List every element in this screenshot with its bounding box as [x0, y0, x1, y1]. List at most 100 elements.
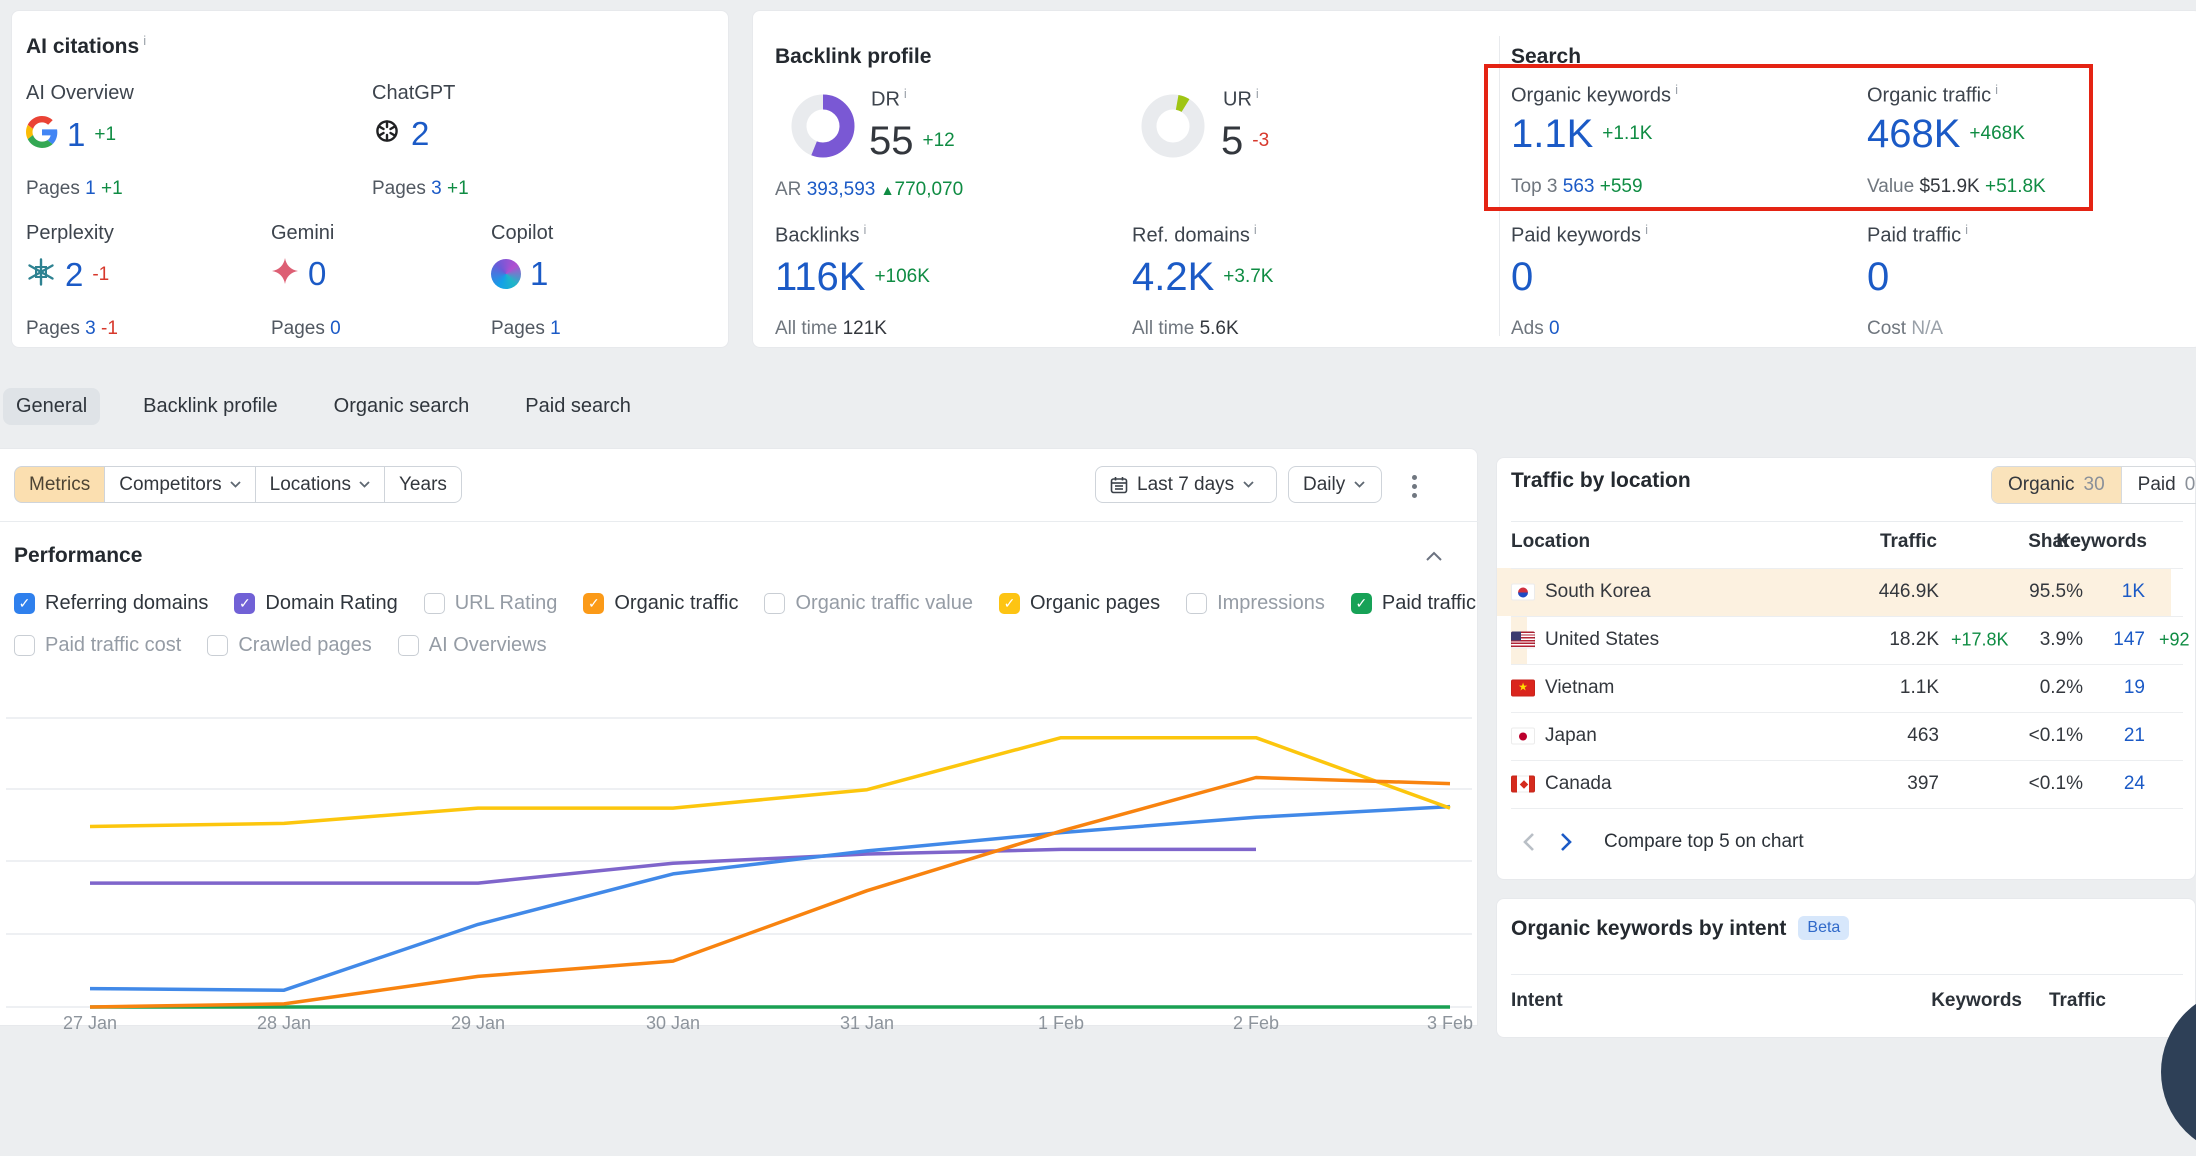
tab-backlink-profile[interactable]: Backlink profile — [130, 388, 291, 425]
red-highlight-box — [1484, 64, 2093, 211]
toggle-paid[interactable]: Paid 0 — [2121, 467, 2196, 503]
chevron-down-icon — [1354, 481, 1365, 488]
column-header-location[interactable]: Location — [1511, 531, 1590, 553]
filter-button-group: Metrics Competitors Locations Years — [14, 466, 462, 503]
location-row-vietnam[interactable]: Vietnam 1.1K 0.2% 19 — [1497, 664, 2196, 712]
location-row-united-states[interactable]: United States 18.2K +17.8K 3.9% 147 +92 — [1497, 616, 2196, 664]
location-row-south-korea[interactable]: South Korea 446.9K 95.5% 1K — [1497, 568, 2196, 616]
copilot-value[interactable]: 1 — [530, 257, 548, 290]
info-icon[interactable]: i — [904, 86, 907, 101]
keywords-by-intent-title: Organic keywords by intent — [1511, 917, 1786, 940]
paid-keywords-value-row: 0 — [1511, 257, 1533, 297]
divider — [1511, 974, 2183, 975]
perplexity-value-row: 2 -1 — [26, 257, 109, 292]
backlinks-value[interactable]: 116K — [775, 257, 865, 297]
perplexity-delta: -1 — [92, 264, 109, 286]
checkbox-referring-domains[interactable]: ✓Referring domains — [14, 592, 208, 615]
years-filter-button[interactable]: Years — [385, 466, 462, 503]
x-tick-label: 28 Jan — [244, 1013, 324, 1034]
perplexity-pages: Pages 3 -1 — [26, 318, 118, 340]
performance-title: Performance — [14, 544, 142, 568]
x-tick-label: 29 Jan — [438, 1013, 518, 1034]
ai-overview-label: AI Overview — [26, 82, 134, 105]
collapse-chevron-up-icon[interactable] — [1424, 549, 1444, 563]
ai-citations-panel: AI citationsi AI Overview 1 +1 Pages 1 +… — [11, 10, 729, 348]
info-icon[interactable]: i — [1256, 86, 1259, 101]
chatgpt-value-row: 2 — [372, 116, 429, 151]
gemini-value[interactable]: 0 — [308, 257, 326, 290]
checkbox-paid-traffic[interactable]: ✓Paid traffic — [1351, 592, 1476, 615]
granularity-button[interactable]: Daily — [1288, 466, 1382, 503]
divider — [1511, 521, 2183, 522]
info-icon[interactable]: i — [1965, 222, 1968, 237]
x-tick-label: 2 Feb — [1216, 1013, 1296, 1034]
tab-paid-search[interactable]: Paid search — [512, 388, 644, 425]
dr-donut — [791, 94, 855, 158]
ref-domains-delta: +3.7K — [1223, 266, 1273, 288]
united-states-flag-icon — [1511, 632, 1535, 649]
ur-value-row: 5 -3 — [1221, 121, 1269, 161]
column-header-keywords[interactable]: Keywords — [2056, 531, 2147, 553]
date-range-button[interactable]: Last 7 days — [1095, 466, 1277, 503]
checkbox-url-rating[interactable]: URL Rating — [424, 592, 558, 615]
info-icon[interactable]: i — [143, 33, 146, 48]
info-icon[interactable]: i — [863, 222, 866, 237]
paid-keywords-ads: Ads 0 — [1511, 318, 1560, 340]
chatgpt-label: ChatGPT — [372, 82, 455, 105]
compare-top5-link[interactable]: Compare top 5 on chart — [1604, 831, 1804, 853]
info-icon[interactable]: i — [1645, 222, 1648, 237]
locations-filter-button[interactable]: Locations — [256, 466, 385, 503]
chatgpt-value[interactable]: 2 — [411, 117, 429, 150]
metrics-filter-button[interactable]: Metrics — [14, 466, 105, 503]
tab-general[interactable]: General — [3, 388, 100, 425]
perplexity-icon — [26, 257, 56, 292]
paid-traffic-value[interactable]: 0 — [1867, 257, 1889, 297]
copilot-value-row: 1 — [491, 257, 548, 290]
column-header-traffic[interactable]: Traffic — [2049, 990, 2106, 1012]
dr-label: DRi — [871, 86, 907, 112]
performance-line-chart[interactable]: 27 Jan28 Jan29 Jan30 Jan31 Jan1 Feb2 Feb… — [0, 646, 1478, 1046]
column-header-keywords[interactable]: Keywords — [1931, 990, 2022, 1012]
pagination-next-icon[interactable] — [1559, 832, 1573, 852]
gemini-icon — [271, 257, 299, 290]
organic-paid-toggle: Organic 30 Paid 0 — [1991, 466, 2196, 504]
gemini-value-row: 0 — [271, 257, 326, 290]
paid-keywords-label: Paid keywordsi — [1511, 222, 1648, 248]
beta-badge: Beta — [1798, 916, 1849, 940]
toggle-organic[interactable]: Organic 30 — [1992, 467, 2121, 503]
info-icon[interactable]: i — [1254, 222, 1257, 237]
ai-overview-value-row: 1 +1 — [26, 116, 116, 153]
tab-organic-search[interactable]: Organic search — [321, 388, 483, 425]
backlink-profile-title: Backlink profile — [775, 45, 931, 69]
checkbox-organic-traffic[interactable]: ✓Organic traffic — [583, 592, 738, 615]
dr-delta: +12 — [923, 130, 955, 152]
location-row-canada[interactable]: Canada 397 <0.1% 24 — [1497, 760, 2196, 808]
more-options-kebab-icon[interactable] — [1408, 471, 1421, 502]
dr-value: 55 — [869, 121, 914, 161]
overview-main-panel: Metrics Competitors Locations Years Last… — [0, 448, 1478, 1026]
checkbox-organic-pages[interactable]: ✓Organic pages — [999, 592, 1160, 615]
ai-overview-value[interactable]: 1 — [67, 118, 85, 151]
paid-traffic-cost: Cost N/A — [1867, 318, 1943, 340]
column-header-traffic[interactable]: Traffic — [1880, 531, 1937, 553]
ref-domains-value[interactable]: 4.2K — [1132, 257, 1214, 297]
backlinks-delta: +106K — [874, 266, 929, 288]
pagination-prev-icon[interactable] — [1522, 832, 1536, 852]
gemini-label: Gemini — [271, 222, 334, 245]
south-korea-flag-icon — [1511, 584, 1535, 601]
x-tick-label: 27 Jan — [50, 1013, 130, 1034]
ref-domains-value-row: 4.2K +3.7K — [1132, 257, 1273, 297]
column-header-intent[interactable]: Intent — [1511, 990, 1563, 1012]
checkbox-impressions[interactable]: Impressions — [1186, 592, 1325, 615]
traffic-by-location-title: Traffic by location — [1511, 469, 1691, 493]
location-row-japan[interactable]: Japan 463 <0.1% 21 — [1497, 712, 2196, 760]
checkbox-organic-traffic-value[interactable]: Organic traffic value — [764, 592, 973, 615]
chart-canvas — [0, 646, 1478, 1026]
competitors-filter-button[interactable]: Competitors — [105, 466, 255, 503]
ai-overview-pages: Pages 1 +1 — [26, 178, 123, 200]
performance-checkbox-row-1: ✓Referring domains ✓Domain Rating URL Ra… — [14, 592, 1476, 615]
paid-keywords-value[interactable]: 0 — [1511, 257, 1533, 297]
perplexity-value[interactable]: 2 — [65, 258, 83, 291]
checkbox-domain-rating[interactable]: ✓Domain Rating — [234, 592, 397, 615]
ref-domains-alltime: All time 5.6K — [1132, 318, 1239, 340]
